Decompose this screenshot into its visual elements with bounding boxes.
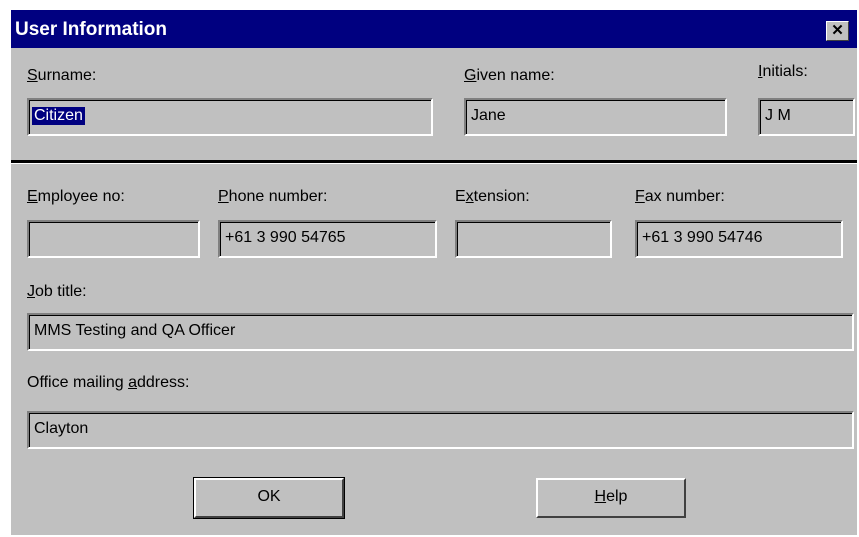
fax-number-label: Fax number: xyxy=(635,188,725,205)
office-address-value: Clayton xyxy=(34,420,89,437)
surname-value: Citizen xyxy=(32,107,85,125)
office-address-label: Office mailing address: xyxy=(27,374,190,391)
given-name-label: Given name: xyxy=(464,67,555,84)
title-bar[interactable]: User Information ✕ xyxy=(11,10,857,48)
given-name-field[interactable]: Jane xyxy=(464,98,727,136)
job-title-field[interactable]: MMS Testing and QA Officer xyxy=(27,313,854,351)
initials-field[interactable]: J M xyxy=(758,98,855,136)
employee-no-field[interactable] xyxy=(27,220,200,258)
user-information-dialog: User Information ✕ Surname: Citizen Give… xyxy=(9,8,857,535)
phone-number-label: Phone number: xyxy=(218,188,328,205)
job-title-value: MMS Testing and QA Officer xyxy=(34,322,236,339)
fax-number-value: +61 3 990 54746 xyxy=(642,229,763,246)
office-address-field[interactable]: Clayton xyxy=(27,411,854,449)
given-name-value: Jane xyxy=(471,107,506,124)
extension-field[interactable] xyxy=(455,220,612,258)
ok-button[interactable]: OK xyxy=(193,477,345,519)
employee-no-label: Employee no: xyxy=(27,188,125,205)
phone-number-value: +61 3 990 54765 xyxy=(225,229,346,246)
fax-number-field[interactable]: +61 3 990 54746 xyxy=(635,220,843,258)
phone-number-field[interactable]: +61 3 990 54765 xyxy=(218,220,437,258)
initials-label: Initials: xyxy=(758,63,808,80)
help-button[interactable]: Help xyxy=(536,478,686,518)
surname-label: Surname: xyxy=(27,67,97,84)
section-divider xyxy=(11,160,857,164)
job-title-label: Job title: xyxy=(27,283,87,300)
surname-field[interactable]: Citizen xyxy=(27,98,433,136)
close-icon: ✕ xyxy=(831,22,844,39)
extension-label: Extension: xyxy=(455,188,530,205)
initials-value: J M xyxy=(765,107,791,124)
close-button[interactable]: ✕ xyxy=(826,21,849,41)
window-title: User Information xyxy=(15,19,168,40)
